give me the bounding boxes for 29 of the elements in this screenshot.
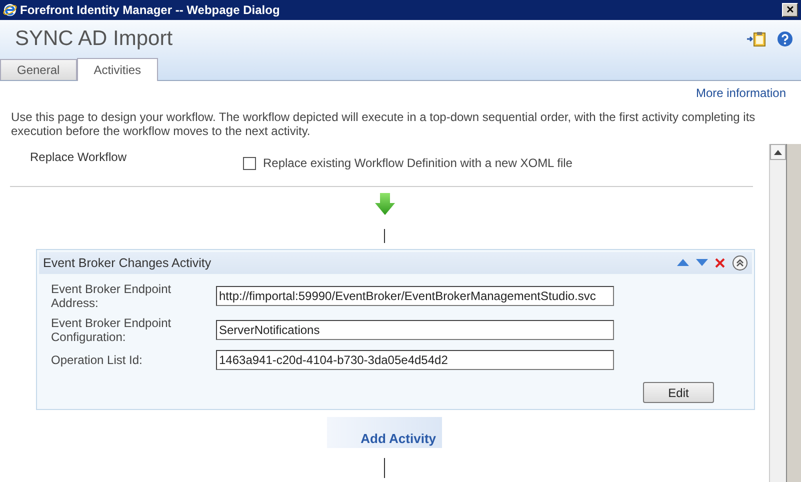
- down-arrow-icon: [374, 193, 394, 215]
- scroll-up-icon[interactable]: [774, 150, 782, 154]
- tab[interactable]: Activities: [76, 58, 158, 81]
- input-field[interactable]: ServerNotifications: [216, 320, 614, 340]
- checkbox[interactable]: [243, 156, 256, 170]
- checkbox-label: Replace existing Workflow Definition with a new XOML file: [263, 156, 572, 170]
- more-information-link[interactable]: More information: [696, 86, 786, 100]
- browser-icon: [3, 3, 17, 17]
- description-text: Use this page to design your workflow. The workflow depicted will execute in a top-down sequential order, with the first activity completing its execution before the workflow moves to the next activity.: [11, 110, 756, 138]
- collapse-icon[interactable]: [732, 255, 748, 271]
- input-field[interactable]: http://fimportal:59990/EventBroker/EventBrokerManagementStudio.svc: [216, 286, 614, 306]
- activity-title: Event Broker Changes Activity: [43, 256, 212, 270]
- field-label: Event Broker Endpoint Configuration:: [51, 316, 172, 344]
- input-field[interactable]: 1463a941-c20d-4104-b730-3da05e4d54d2: [216, 350, 614, 370]
- move-down-icon[interactable]: [696, 259, 708, 267]
- help-icon[interactable]: [777, 31, 793, 47]
- tab[interactable]: General: [0, 59, 77, 80]
- delete-icon[interactable]: [715, 258, 725, 268]
- scrollbar[interactable]: [769, 144, 786, 482]
- add-activity-button[interactable]: Add Activity: [327, 417, 442, 448]
- clipboard-icon[interactable]: [747, 31, 767, 47]
- page-title: SYNC AD Import: [15, 27, 174, 51]
- move-up-icon[interactable]: [677, 259, 689, 267]
- field-label: Event Broker Endpoint Address:: [51, 282, 172, 310]
- window-title: Forefront Identity Manager -- Webpage Dialog: [20, 3, 281, 17]
- edit-button[interactable]: Edit: [643, 382, 714, 403]
- close-button[interactable]: ✕: [782, 3, 798, 17]
- field-label: Operation List Id:: [51, 353, 144, 367]
- field-label: Replace Workflow: [30, 150, 128, 166]
